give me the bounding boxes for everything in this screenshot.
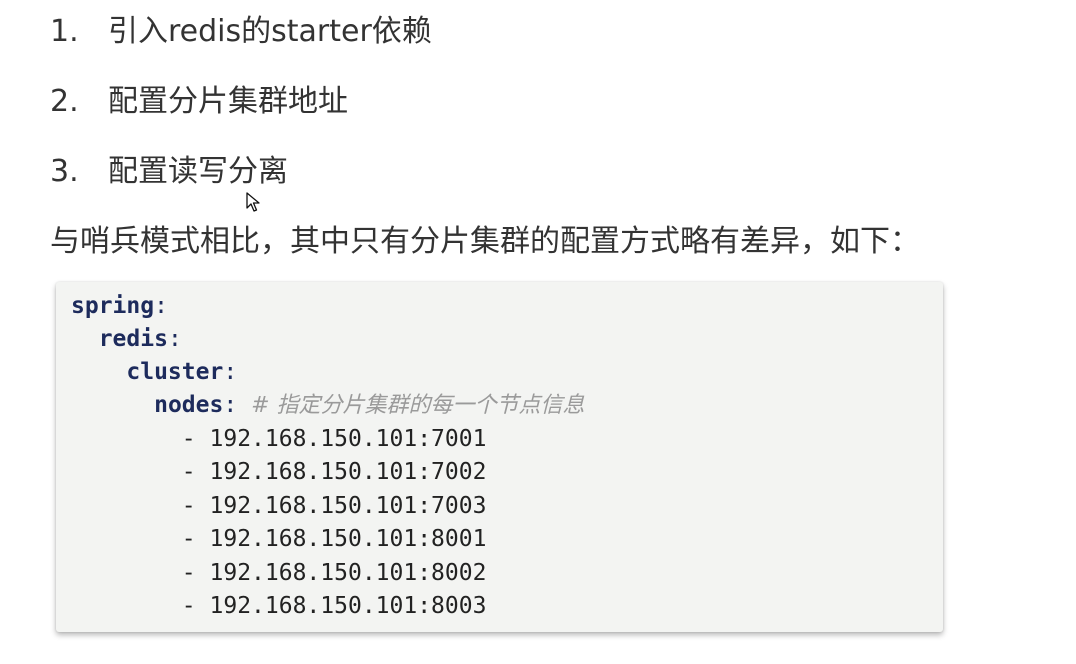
yaml-dash: -	[181, 426, 196, 452]
step-2-text: 配置分片集群地址	[108, 84, 348, 119]
yaml-key-spring: spring	[71, 293, 155, 319]
yaml-colon: :	[154, 293, 168, 319]
yaml-dash: -	[181, 560, 196, 586]
code-line-redis: redis:	[71, 323, 182, 356]
node-address: 192.168.150.101:8001	[209, 526, 487, 552]
yaml-colon: :	[223, 359, 238, 385]
yaml-dash: -	[181, 593, 196, 619]
code-line-node-5: - 192.168.150.101:8002	[71, 557, 487, 590]
yaml-dash: -	[181, 526, 196, 552]
code-line-node-1: - 192.168.150.101:7001	[71, 423, 487, 456]
step-3: 3. 配置读写分离	[50, 152, 288, 192]
yaml-code-block: spring: redis: cluster: nodes: # 指定分片集群的…	[56, 282, 943, 632]
code-line-nodes: nodes: # 指定分片集群的每一个节点信息	[71, 389, 585, 422]
yaml-key-redis: redis	[98, 326, 168, 352]
code-line-node-6: - 192.168.150.101:8003	[71, 590, 487, 623]
intro-paragraph: 与哨兵模式相比，其中只有分片集群的配置方式略有差异，如下：	[50, 224, 920, 259]
code-line-node-4: - 192.168.150.101:8001	[71, 523, 487, 556]
code-line-spring: spring:	[71, 290, 168, 323]
node-address: 192.168.150.101:7001	[209, 426, 487, 452]
node-address: 192.168.150.101:7003	[209, 493, 487, 519]
step-2-number: 2.	[50, 84, 79, 119]
yaml-key-cluster: cluster	[126, 359, 224, 385]
yaml-colon: :	[223, 392, 238, 418]
node-address: 192.168.150.101:8002	[209, 560, 487, 586]
node-address: 192.168.150.101:7002	[209, 459, 487, 485]
step-1-text: 引入redis的starter依赖	[108, 14, 432, 49]
code-line-node-2: - 192.168.150.101:7002	[71, 456, 487, 489]
yaml-colon: :	[167, 326, 182, 352]
step-1: 1. 引入redis的starter依赖	[50, 12, 432, 52]
step-3-text: 配置读写分离	[108, 154, 288, 189]
yaml-comment: # 指定分片集群的每一个节点信息	[251, 393, 585, 418]
mouse-pointer-icon	[246, 192, 260, 212]
yaml-dash: -	[181, 493, 196, 519]
yaml-dash: -	[181, 459, 196, 485]
step-2: 2. 配置分片集群地址	[50, 82, 348, 122]
code-line-cluster: cluster:	[71, 356, 237, 389]
code-line-node-3: - 192.168.150.101:7003	[71, 490, 487, 523]
node-address: 192.168.150.101:8003	[209, 593, 487, 619]
step-1-number: 1.	[50, 14, 79, 49]
yaml-key-nodes: nodes	[154, 392, 224, 418]
step-3-number: 3.	[50, 154, 79, 189]
